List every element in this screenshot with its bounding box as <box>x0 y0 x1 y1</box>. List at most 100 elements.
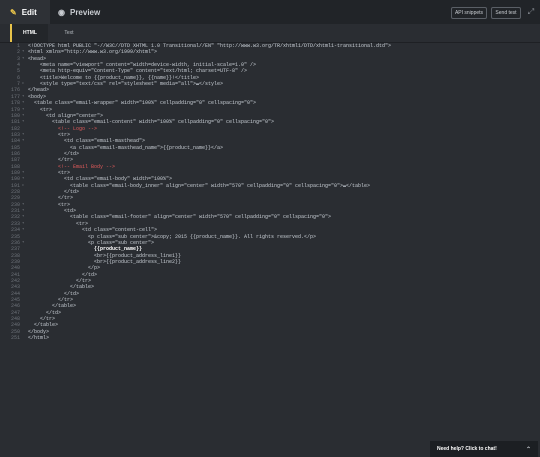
line-number: 180 <box>10 112 20 119</box>
tab-text[interactable]: Text <box>50 24 88 42</box>
code-line: 234 ▾ <td class="content-cell"> <box>0 227 540 233</box>
code-line: 230 ▾ <tr> <box>0 202 540 208</box>
expand-icon[interactable]: ⤢ <box>526 7 536 17</box>
code-text: <tr> <box>28 220 89 227</box>
code-text: <title>Welcome to {{product_name}}, {{na… <box>28 74 200 81</box>
code-line: 176 </head> <box>0 87 540 93</box>
fold-toggle-icon[interactable]: ▾ <box>22 119 24 125</box>
fold-toggle-icon[interactable]: ▾ <box>22 107 24 113</box>
code-text: </tr> <box>28 157 74 164</box>
code-line: 178 ▾ <table class="email-wrapper" width=… <box>0 100 540 106</box>
line-number: 250 <box>10 328 20 335</box>
fold-toggle-icon[interactable]: ▾ <box>22 214 24 220</box>
top-toolbar: ✎ Edit ◉ Preview API snippets Send test … <box>0 0 540 25</box>
code-line: 245 </tr> <box>0 297 540 303</box>
pencil-icon: ✎ <box>10 7 17 17</box>
code-text: <a class="email-masthead_name">{{product… <box>28 144 224 151</box>
code-text: <meta http-equiv="Content-Type" content=… <box>28 68 248 75</box>
code-text: <td align="center"> <box>28 112 104 119</box>
preview-tab-label: Preview <box>69 7 101 17</box>
line-number: 246 <box>10 303 20 310</box>
code-text: <br>{{product_address_line1}} <box>28 252 182 259</box>
fold-toggle-icon[interactable]: ▸ <box>22 81 24 87</box>
code-text: </td> <box>28 189 80 196</box>
code-text: <td class="email-masthead"> <box>28 138 146 145</box>
line-number: 179 <box>10 106 20 113</box>
code-line: 6 <title>Welcome to {{product_name}}, {{… <box>0 75 540 81</box>
code-line: 236 ▾ <p class="sub center"> <box>0 240 540 246</box>
edit-tab[interactable]: ✎ Edit <box>0 0 50 24</box>
fold-toggle-icon[interactable]: ▾ <box>22 138 24 144</box>
fold-toggle-icon[interactable]: ▾ <box>22 132 24 138</box>
code-text: <tr> <box>28 201 71 208</box>
code-text: <td class="email-body" width="100%"> <box>28 176 173 183</box>
code-line: 244 </td> <box>0 291 540 297</box>
code-line: 3 ▾ <head> <box>0 56 540 62</box>
code-text: </html> <box>28 335 50 342</box>
line-number: 182 <box>10 125 20 132</box>
fold-toggle-icon[interactable]: ▾ <box>22 100 24 106</box>
fold-toggle-icon[interactable]: ▾ <box>22 176 24 182</box>
fold-toggle-icon[interactable]: ▾ <box>22 56 24 62</box>
code-line: 241 </td> <box>0 272 540 278</box>
line-number: 235 <box>10 233 20 240</box>
chat-widget[interactable]: Need help? Click to chat! ⌃ <box>430 441 538 457</box>
line-number: 181 <box>10 119 20 126</box>
code-text: <tr> <box>28 131 71 138</box>
code-line: 179 ▾ <tr> <box>0 107 540 113</box>
code-line: 181 ▾ <table class="email-content" width=… <box>0 119 540 125</box>
fold-toggle-icon[interactable]: ▾ <box>22 49 24 55</box>
code-line: 235 <p class="sub center">&copy; 2015 {{… <box>0 234 540 240</box>
tab-html[interactable]: HTML <box>10 24 48 42</box>
fold-toggle-icon[interactable]: ▾ <box>22 221 24 227</box>
fold-toggle-icon[interactable]: ▸ <box>22 183 24 189</box>
line-number: 178 <box>10 100 20 107</box>
line-number: 191 <box>10 182 20 189</box>
fold-toggle-icon[interactable]: ▾ <box>22 227 24 233</box>
code-editor[interactable]: 1 <!DOCTYPE html PUBLIC "-//W3C//DTD XHTM… <box>0 43 540 383</box>
line-number: 188 <box>10 163 20 170</box>
line-number: 7 <box>16 81 20 88</box>
code-line: 7 ▸ <style type="text/css" rel="styleshee… <box>0 81 540 87</box>
line-number: 4 <box>16 62 20 69</box>
fold-toggle-icon[interactable]: ▾ <box>22 170 24 176</box>
code-text: <table class="email-wrapper" width="100%… <box>28 100 257 107</box>
line-number: 190 <box>10 176 20 183</box>
code-line: 190 ▾ <td class="email-body" width="100%"… <box>0 176 540 182</box>
code-line: 250 </body> <box>0 329 540 335</box>
line-number: 237 <box>10 246 20 253</box>
code-line: 231 ▾ <td> <box>0 208 540 214</box>
line-number: 251 <box>10 335 20 342</box>
code-text: </td> <box>28 309 62 316</box>
fold-toggle-icon[interactable]: ▾ <box>22 208 24 214</box>
fold-toggle-icon[interactable]: ▾ <box>22 240 24 246</box>
code-line: 240 </p> <box>0 265 540 271</box>
line-number: 244 <box>10 290 20 297</box>
code-text: </body> <box>28 328 50 335</box>
fold-toggle-icon[interactable]: ▾ <box>22 113 24 119</box>
line-number: 1 <box>16 43 20 49</box>
code-line: 180 ▾ <td align="center"> <box>0 113 540 119</box>
api-snippets-button[interactable]: API snippets <box>451 7 487 19</box>
line-number: 176 <box>10 87 20 94</box>
code-text: <td> <box>28 208 77 215</box>
code-text: <head> <box>28 55 47 62</box>
code-line: 237 {{product_name}} <box>0 246 540 252</box>
code-line: 188 <!-- Email Body --> <box>0 164 540 170</box>
line-number: 243 <box>10 284 20 291</box>
code-line: 248 </tr> <box>0 316 540 322</box>
code-line: 238 <br>{{product_address_line1}} <box>0 253 540 259</box>
fold-toggle-icon[interactable]: ▾ <box>22 202 24 208</box>
send-test-button[interactable]: Send test <box>491 7 521 19</box>
line-number: 189 <box>10 170 20 176</box>
preview-tab[interactable]: ◉ Preview <box>58 0 100 24</box>
code-line: 239 <br>{{product_address_line2}} <box>0 259 540 265</box>
code-text: </table> <box>28 284 95 291</box>
code-line: 233 ▾ <tr> <box>0 221 540 227</box>
code-line: 184 ▾ <td class="email-masthead"> <box>0 138 540 144</box>
code-line: 229 </tr> <box>0 195 540 201</box>
code-line: 246 </table> <box>0 303 540 309</box>
code-text: <table class="email-content" width="100%… <box>28 119 275 126</box>
code-line: 251 </html> <box>0 335 540 341</box>
fold-toggle-icon[interactable]: ▾ <box>22 94 24 100</box>
